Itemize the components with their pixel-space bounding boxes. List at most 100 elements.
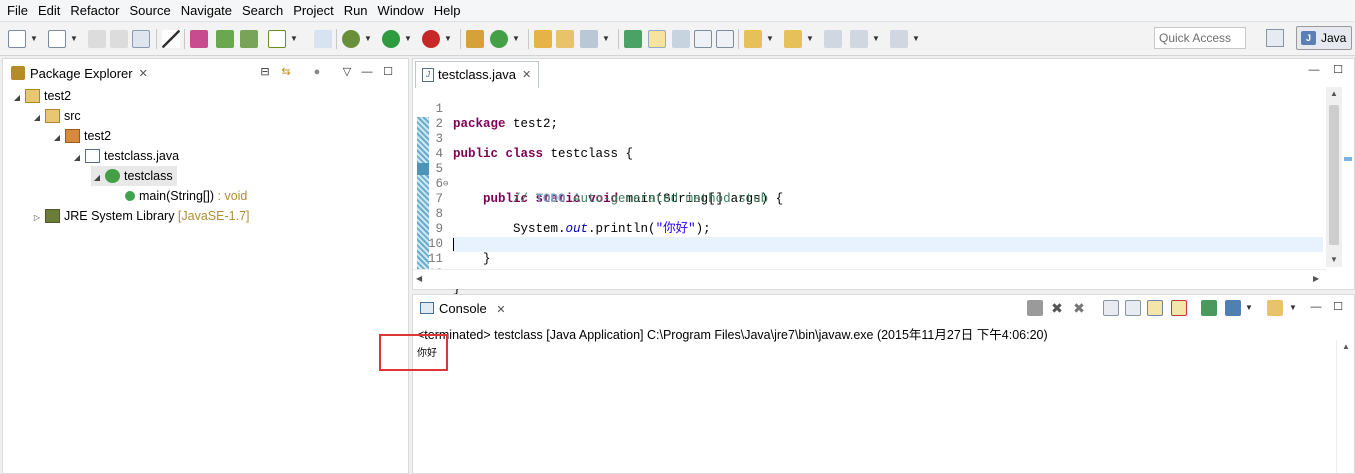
debug-icon[interactable] [342,30,360,48]
view-menu-icon[interactable]: ▽ [340,65,354,79]
quick-access-input[interactable]: Quick Access [1154,27,1246,49]
open-folder-icon[interactable] [556,30,574,48]
minimize-icon[interactable]: — [1307,63,1321,77]
expanded-arrow-icon[interactable]: ◢ [51,128,63,148]
java-perspective-button[interactable]: J Java [1296,26,1352,50]
code-line[interactable]: 6 // TODO Auto-generated method stub [413,162,1338,206]
save-icon[interactable] [88,30,106,48]
mark-occurrences-icon[interactable] [648,30,666,48]
code-line[interactable]: 2 [413,102,1338,131]
new-package-icon[interactable] [466,30,484,48]
run-icon[interactable] [382,30,400,48]
previous-annotation-icon[interactable] [784,30,802,48]
clear-console-icon[interactable] [1103,300,1119,316]
collapse-all-icon[interactable]: ⊟ [258,65,272,79]
expanded-arrow-icon[interactable]: ◢ [11,88,23,108]
next-annotation-dropdown-icon[interactable]: ▼ [766,30,774,48]
menu-source[interactable]: Source [125,0,176,22]
download-icon[interactable] [216,30,234,48]
display-selected-console-icon[interactable] [1225,300,1241,316]
tree-item-src[interactable]: ◢ src [31,106,81,126]
menu-edit[interactable]: Edit [33,0,65,22]
editor-horizontal-scrollbar[interactable]: ◀ ▶ [413,269,1326,289]
new-class-dropdown-icon[interactable]: ▼ [512,30,520,48]
search-dropdown-icon[interactable]: ▼ [602,30,610,48]
open-perspective-icon[interactable] [1266,29,1284,47]
new-class-icon[interactable] [490,30,508,48]
minimize-icon[interactable]: — [1309,300,1323,314]
code-line[interactable]: 7 [413,177,1338,206]
close-icon[interactable]: ✕ [522,62,531,88]
maximize-icon[interactable]: ☐ [1331,300,1345,314]
close-icon[interactable]: ✕ [496,304,505,316]
task-check-icon[interactable] [268,30,286,48]
menu-help[interactable]: Help [429,0,466,22]
show-source-icon[interactable] [694,30,712,48]
code-line[interactable]: 3 public class testclass { [413,117,1338,161]
menu-project[interactable]: Project [288,0,338,22]
back-dropdown-icon[interactable]: ▼ [872,30,880,48]
close-icon[interactable]: ✕ [139,67,148,80]
code-line[interactable]: 8 System.out.println("你好"); [413,192,1338,236]
code-line[interactable]: 4 [413,132,1338,161]
editor-vertical-scrollbar[interactable]: ▲ ▼ [1326,87,1342,267]
last-edit-icon[interactable] [824,30,842,48]
console-vertical-scrollbar[interactable]: ▲ [1336,340,1354,473]
menu-search[interactable]: Search [237,0,288,22]
ant-icon[interactable] [190,30,208,48]
save-all-icon[interactable] [110,30,128,48]
back-icon[interactable] [850,30,868,48]
open-type-icon[interactable] [534,30,552,48]
open-console-dropdown-icon[interactable]: ▼ [1289,299,1297,317]
remove-all-terminated-icon[interactable]: ✖ [1071,300,1087,316]
expanded-arrow-icon[interactable]: ◢ [71,148,83,168]
show-whitespace-icon[interactable] [716,30,734,48]
link-with-editor-icon[interactable]: ⇆ [279,65,293,79]
print-icon[interactable] [132,30,150,48]
tab-package-explorer[interactable]: Package Explorer ✕ [3,59,148,87]
external-tools-dropdown-icon[interactable]: ▼ [444,30,452,48]
menu-refactor[interactable]: Refactor [65,0,124,22]
scroll-down-icon[interactable]: ▼ [1330,255,1338,264]
new-project-dropdown-icon[interactable]: ▼ [70,30,78,48]
external-tools-icon[interactable] [422,30,440,48]
maximize-icon[interactable]: ☐ [381,65,395,79]
debug-dropdown-icon[interactable]: ▼ [364,30,372,48]
tab-console[interactable]: Console ✕ [419,298,506,320]
menu-window[interactable]: Window [373,0,429,22]
expanded-arrow-icon[interactable]: ◢ [91,168,103,188]
search-tasks-icon[interactable] [314,30,332,48]
skip-breakpoints-icon[interactable] [162,30,180,48]
toggle-breadcrumb-icon[interactable] [624,30,642,48]
next-annotation-icon[interactable] [744,30,762,48]
new-icon[interactable] [8,30,26,48]
show-on-stdout-icon[interactable] [1147,300,1163,316]
maximize-icon[interactable]: ☐ [1331,63,1345,77]
tree-item-project[interactable]: ◢ test2 [11,86,71,106]
new-dropdown-icon[interactable]: ▼ [30,30,38,48]
overview-ruler[interactable] [1342,87,1354,267]
task-overview-marker[interactable] [1344,157,1352,161]
tree-item-jre-library[interactable]: ▷ JRE System Library [JavaSE-1.7] [31,206,250,226]
expanded-arrow-icon[interactable]: ◢ [31,108,43,128]
run-dropdown-icon[interactable]: ▼ [404,30,412,48]
show-on-stderr-icon[interactable] [1171,300,1187,316]
scroll-right-icon[interactable]: ▶ [1313,274,1319,283]
server-icon[interactable] [240,30,258,48]
scroll-up-icon[interactable]: ▲ [1330,89,1338,98]
tree-item-method[interactable]: main(String[]) : void [123,186,247,206]
new-project-icon[interactable] [48,30,66,48]
task-dropdown-icon[interactable]: ▼ [290,30,298,48]
code-line[interactable]: 1 package test2; [413,87,1338,131]
scroll-left-icon[interactable]: ◀ [416,274,422,283]
scroll-up-icon[interactable]: ▲ [1342,342,1350,351]
block-selection-icon[interactable] [672,30,690,48]
remove-launch-icon[interactable]: ✖ [1049,300,1065,316]
forward-dropdown-icon[interactable]: ▼ [912,30,920,48]
previous-annotation-dropdown-icon[interactable]: ▼ [806,30,814,48]
code-line[interactable]: 5 ⊖ public static void main(String[] arg… [413,147,1338,206]
focus-icon[interactable]: ● [310,65,324,79]
code-line[interactable]: 9 [413,207,1338,236]
tree-item-package[interactable]: ◢ test2 [51,126,111,146]
open-console-icon[interactable] [1267,300,1283,316]
